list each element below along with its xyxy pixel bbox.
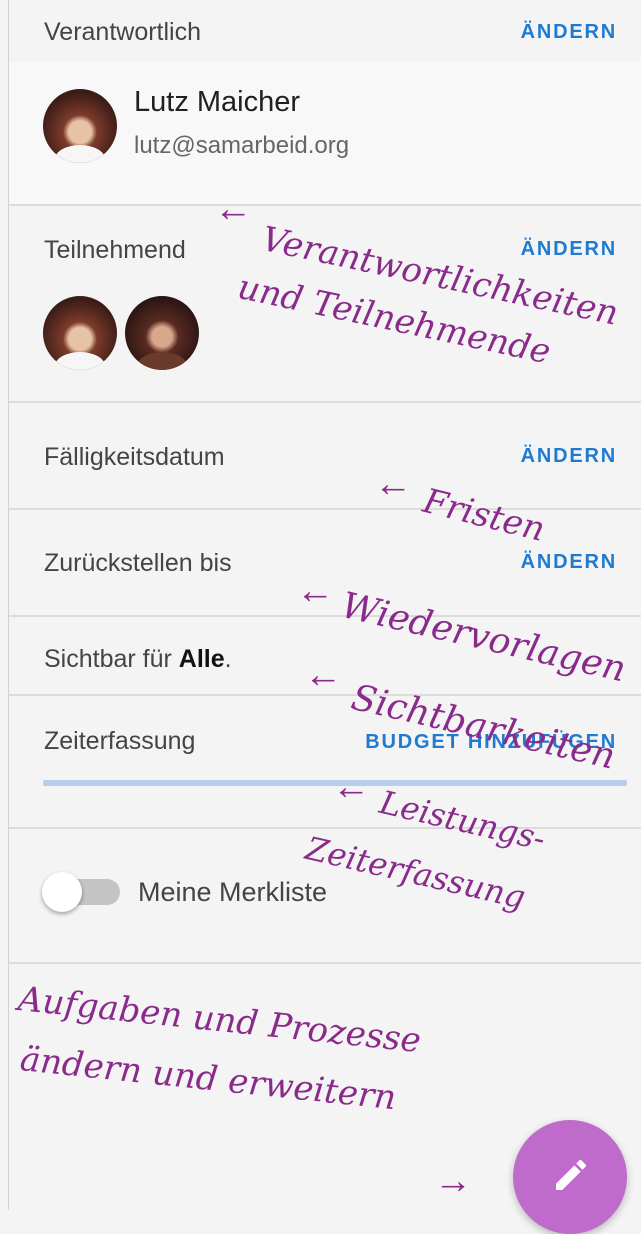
visibility-suffix: . [224,645,232,673]
annotation-time-tracking-line1: Leistungs- [376,783,549,859]
change-defer-button[interactable]: ÄNDERN [521,551,617,574]
divider [9,401,641,403]
defer-label: Zurückstellen bis [44,549,232,577]
participants-label: Teilnehmend [44,236,186,264]
due-date-label: Fälligkeitsdatum [44,443,225,471]
pencil-icon [556,1159,587,1190]
participant-avatar [125,296,199,370]
watchlist-label: Meine Merkliste [138,877,328,907]
annotation-arrow-icon: ← [296,570,334,612]
annotation-resubmissions: Wiedervorlagen [337,585,630,691]
divider [9,204,641,206]
visibility-text[interactable]: Sichtbar für Alle. [44,645,232,674]
owner-email: lutz@samarbeid.org [134,132,350,159]
time-tracking-label: Zeiterfassung [44,727,196,755]
change-participants-button[interactable]: ÄNDERN [521,238,617,261]
divider [9,615,641,617]
responsible-label: Verantwortlich [44,18,202,46]
annotation-arrow-icon: ← [304,654,342,696]
edit-fab-button[interactable] [513,1120,627,1234]
owner-name: Lutz Maicher [134,86,301,118]
visibility-prefix: Sichtbar für [44,645,179,673]
participant-avatar [43,296,117,370]
annotation-arrow-icon: → [434,1160,472,1202]
change-due-date-button[interactable]: ÄNDERN [521,445,617,468]
change-responsible-button[interactable]: ÄNDERN [521,21,617,44]
divider [9,962,641,964]
annotation-arrow-icon: ← [374,463,412,505]
avatar [43,89,117,163]
annotation-arrow-icon: ← [332,766,370,808]
watchlist-toggle[interactable] [42,872,82,912]
annotation-deadlines: Fristen [419,481,549,550]
visibility-value: Alle [178,645,225,673]
annotation-arrow-icon: ← [214,188,252,230]
